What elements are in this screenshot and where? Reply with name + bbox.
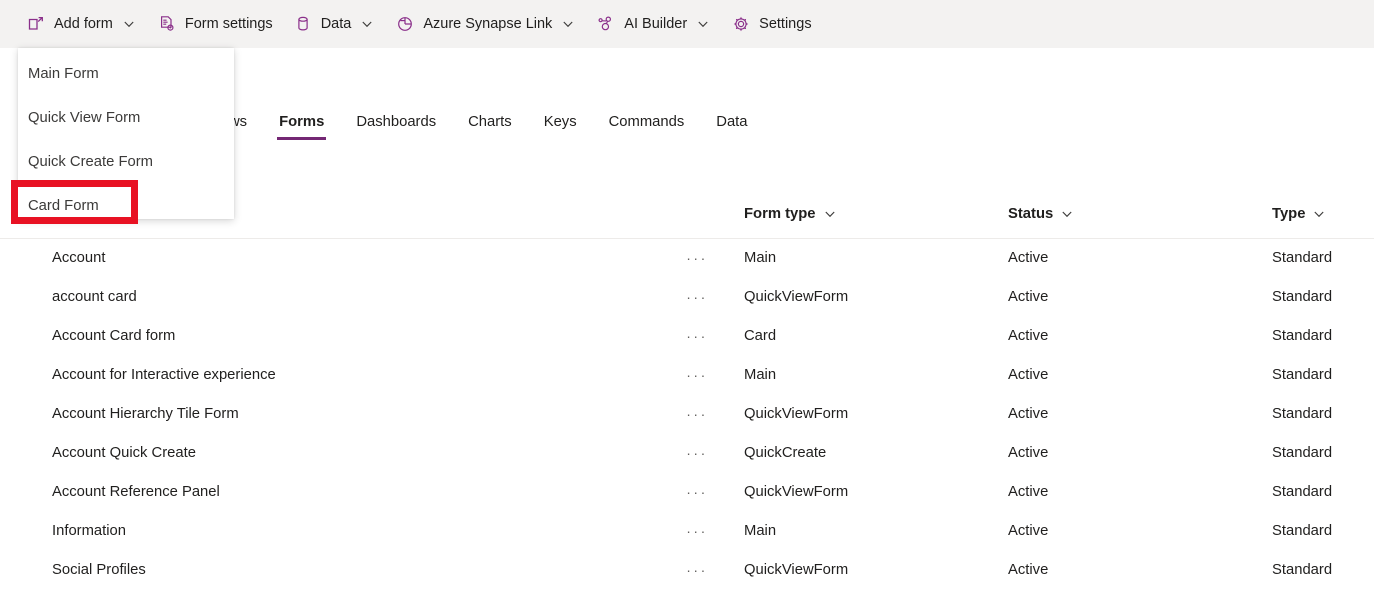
command-ai-builder[interactable]: AI Builder [588,4,719,44]
column-header-status[interactable]: Status [1008,206,1074,222]
cell-type: Standard [1272,484,1333,500]
cell-status: Active [1008,562,1049,578]
cell-form-type: QuickCreate [744,445,827,461]
table-row[interactable]: Account ··· Main Active Standard [0,239,1374,278]
row-overflow-button[interactable]: ··· [683,521,711,541]
table-row[interactable]: Account for Interactive experience ··· M… [0,356,1374,395]
table-row[interactable]: Account Hierarchy Tile Form ··· QuickVie… [0,395,1374,434]
column-header-label: Form type [744,206,816,222]
cell-name: Account Card form [52,328,176,344]
row-overflow-button[interactable]: ··· [683,482,711,502]
cell-type: Standard [1272,445,1333,461]
cell-form-type: Main [744,250,777,266]
cell-type: Standard [1272,289,1333,305]
cell-form-type: Card [744,328,777,344]
add-form-dropdown-menu: Main Form Quick View Form Quick Create F… [18,48,234,219]
menu-item-main-form[interactable]: Main Form [18,52,234,96]
command-azure-synapse-link[interactable]: Azure Synapse Link [387,4,584,44]
cell-name: Account Hierarchy Tile Form [52,406,239,422]
table-row[interactable]: Account Quick Create ··· QuickCreate Act… [0,434,1374,473]
cell-form-type: QuickViewForm [744,406,849,422]
cell-status: Active [1008,250,1049,266]
command-label: Add form [54,16,113,32]
cell-status: Active [1008,328,1049,344]
chevron-down-icon[interactable] [359,16,375,32]
tab-commands[interactable]: Commands [593,112,701,132]
cell-type: Standard [1272,523,1333,539]
database-icon [293,14,313,34]
command-label: Form settings [184,16,273,32]
command-bar: Add form Form settings Data Azure Synaps… [0,0,1374,48]
menu-item-quick-create-form[interactable]: Quick Create Form [18,140,234,184]
table-row[interactable]: Account Card form ··· Card Active Standa… [0,317,1374,356]
tab-data[interactable]: Data [700,112,763,132]
form-settings-icon [157,14,177,34]
chevron-down-icon[interactable] [560,16,576,32]
cell-name: Information [52,523,127,539]
cell-type: Standard [1272,250,1333,266]
cell-form-type: Main [744,367,777,383]
cell-type: Standard [1272,562,1333,578]
command-label: Azure Synapse Link [423,16,553,32]
command-label: Settings [759,16,812,32]
table-row[interactable]: Social Profiles ··· QuickViewForm Active… [0,551,1374,590]
chevron-down-icon[interactable] [1312,207,1326,221]
command-settings[interactable]: Settings [723,4,819,44]
cell-type: Standard [1272,328,1333,344]
row-overflow-button[interactable]: ··· [683,560,711,580]
table-row[interactable]: Account Reference Panel ··· QuickViewFor… [0,473,1374,512]
tab-forms[interactable]: Forms [263,112,340,140]
cell-name: Social Profiles [52,562,146,578]
row-overflow-button[interactable]: ··· [683,365,711,385]
cell-name: Account [52,250,106,266]
cell-status: Active [1008,289,1049,305]
column-header-type[interactable]: Type [1272,206,1326,222]
ai-builder-icon [596,14,616,34]
tab-keys[interactable]: Keys [528,112,593,132]
cell-type: Standard [1272,367,1333,383]
cell-name: Account Reference Panel [52,484,220,500]
add-form-icon [26,14,46,34]
cell-status: Active [1008,445,1049,461]
cell-name: account card [52,289,137,305]
cell-form-type: Main [744,523,777,539]
command-label: Data [320,16,352,32]
menu-item-quick-view-form[interactable]: Quick View Form [18,96,234,140]
command-label: AI Builder [624,16,688,32]
row-overflow-button[interactable]: ··· [683,248,711,268]
cell-form-type: QuickViewForm [744,289,849,305]
row-overflow-button[interactable]: ··· [683,443,711,463]
column-header-form-type[interactable]: Form type [744,206,837,222]
azure-synapse-link-icon [395,14,415,34]
cell-name: Account for Interactive experience [52,367,276,383]
row-overflow-button[interactable]: ··· [683,326,711,346]
tab-charts[interactable]: Charts [452,112,528,132]
table-row[interactable]: Information ··· Main Active Standard [0,512,1374,551]
cell-form-type: QuickViewForm [744,484,849,500]
row-overflow-button[interactable]: ··· [683,404,711,424]
command-add-form[interactable]: Add form [18,4,145,44]
app-root: Add form Form settings Data Azure Synaps… [0,0,1374,594]
cell-status: Active [1008,523,1049,539]
table-row[interactable]: account card ··· QuickViewForm Active St… [0,278,1374,317]
command-data[interactable]: Data [285,4,384,44]
row-overflow-button[interactable]: ··· [683,287,711,307]
chevron-down-icon[interactable] [1060,207,1074,221]
cell-status: Active [1008,406,1049,422]
cell-type: Standard [1272,406,1333,422]
cell-name: Account Quick Create [52,445,196,461]
chevron-down-icon[interactable] [121,16,137,32]
gear-icon [731,14,751,34]
cell-status: Active [1008,367,1049,383]
chevron-down-icon[interactable] [695,16,711,32]
cell-form-type: QuickViewForm [744,562,849,578]
column-header-label: Type [1272,206,1306,222]
column-header-label: Status [1008,206,1054,222]
command-form-settings[interactable]: Form settings [149,4,281,44]
menu-item-card-form[interactable]: Card Form [18,184,234,228]
cell-status: Active [1008,484,1049,500]
chevron-down-icon[interactable] [823,207,837,221]
forms-grid: Form type Status Type Account ··· Main A… [0,196,1374,590]
tab-dashboards[interactable]: Dashboards [340,112,452,132]
